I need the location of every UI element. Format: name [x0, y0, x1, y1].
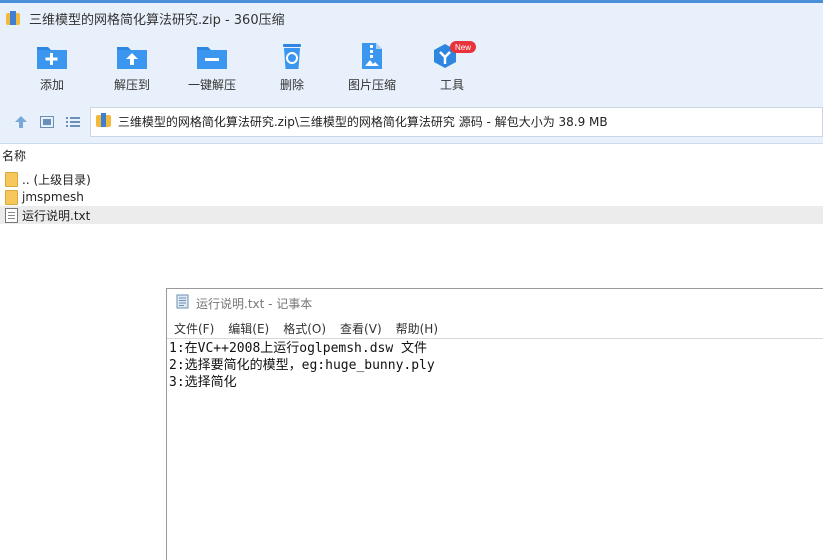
list-item-label: .. (上级目录): [22, 172, 91, 187]
one-click-extract-icon: [197, 47, 227, 69]
column-header-name[interactable]: 名称: [0, 146, 823, 164]
delete-label: 删除: [279, 78, 304, 92]
archive-app-icon: [6, 10, 22, 27]
notepad-menu-bar: 文件(F) 编辑(E) 格式(O) 查看(V) 帮助(H): [167, 317, 823, 339]
notepad-window: 运行说明.txt - 记事本 文件(F) 编辑(E) 格式(O) 查看(V) 帮…: [166, 288, 823, 560]
list-view-button[interactable]: [62, 111, 84, 133]
one-click-extract-button[interactable]: 一键解压: [172, 34, 252, 100]
menu-format[interactable]: 格式(O): [276, 320, 333, 337]
delete-button[interactable]: 删除: [252, 34, 332, 100]
column-name-label: 名称: [2, 148, 27, 163]
image-compress-icon: [362, 43, 382, 69]
menu-help[interactable]: 帮助(H): [389, 320, 445, 337]
menu-view[interactable]: 查看(V): [333, 320, 389, 337]
list-item-label: 运行说明.txt: [22, 208, 91, 223]
text-file-icon: [5, 207, 18, 223]
file-list: .. (上级目录) jmspmesh 运行说明.txt: [0, 170, 823, 224]
list-item-jmspmesh[interactable]: jmspmesh: [0, 188, 823, 206]
up-level-button[interactable]: [10, 111, 32, 133]
notepad-title-bar: 运行说明.txt - 记事本: [167, 289, 823, 317]
tools-label: 工具: [439, 78, 464, 92]
one-click-extract-label: 一键解压: [187, 78, 236, 92]
text-line: 1:在VC++2008上运行oglpemsh.dsw 文件: [169, 341, 428, 356]
thumbnail-view-icon: [39, 115, 54, 128]
archive-icon: [95, 112, 112, 131]
extract-to-label: 解压到: [113, 78, 150, 92]
delete-icon: [283, 44, 301, 69]
toolbar: 添加 解压到 一键解压 删除 图片压缩 New 工具: [0, 34, 823, 100]
notepad-title: 运行说明.txt - 记事本: [196, 296, 313, 311]
new-badge: New: [455, 43, 471, 52]
add-button[interactable]: 添加: [12, 34, 92, 100]
text-line: 3:选择简化: [169, 375, 237, 390]
list-view-icon: [65, 116, 80, 127]
add-label: 添加: [39, 78, 64, 92]
notepad-icon: [176, 294, 190, 312]
menu-file[interactable]: 文件(F): [167, 320, 221, 337]
folder-icon: [5, 171, 18, 187]
list-item-label: jmspmesh: [22, 190, 84, 204]
path-bar[interactable]: 三维模型的网格简化算法研究.zip\三维模型的网格简化算法研究 源码 - 解包大…: [89, 106, 823, 137]
add-icon: [37, 47, 67, 69]
title-bar: 三维模型的网格简化算法研究.zip - 360压缩: [0, 0, 823, 34]
thumbnail-view-button[interactable]: [36, 111, 58, 133]
notepad-text-area[interactable]: 1:在VC++2008上运行oglpemsh.dsw 文件 2:选择要简化的模型…: [167, 338, 823, 560]
menu-edit[interactable]: 编辑(E): [221, 320, 276, 337]
tools-icon: New: [434, 41, 476, 68]
folder-icon: [5, 189, 18, 205]
list-item-readme-txt[interactable]: 运行说明.txt: [0, 206, 823, 224]
image-compress-label: 图片压缩: [347, 78, 396, 92]
arrow-up-icon: [14, 115, 27, 128]
extract-to-icon: [117, 47, 147, 69]
path-text: 三维模型的网格简化算法研究.zip\三维模型的网格简化算法研究 源码 - 解包大…: [117, 115, 608, 129]
text-line: 2:选择要简化的模型，eg:huge_bunny.ply: [169, 358, 435, 373]
extract-to-button[interactable]: 解压到: [92, 34, 172, 100]
list-item-parent-dir[interactable]: .. (上级目录): [0, 170, 823, 188]
tools-button[interactable]: New 工具: [412, 34, 492, 100]
window-title: 三维模型的网格简化算法研究.zip - 360压缩: [29, 13, 285, 28]
navigation-bar: 三维模型的网格简化算法研究.zip\三维模型的网格简化算法研究 源码 - 解包大…: [0, 100, 823, 144]
image-compress-button[interactable]: 图片压缩: [332, 34, 412, 100]
